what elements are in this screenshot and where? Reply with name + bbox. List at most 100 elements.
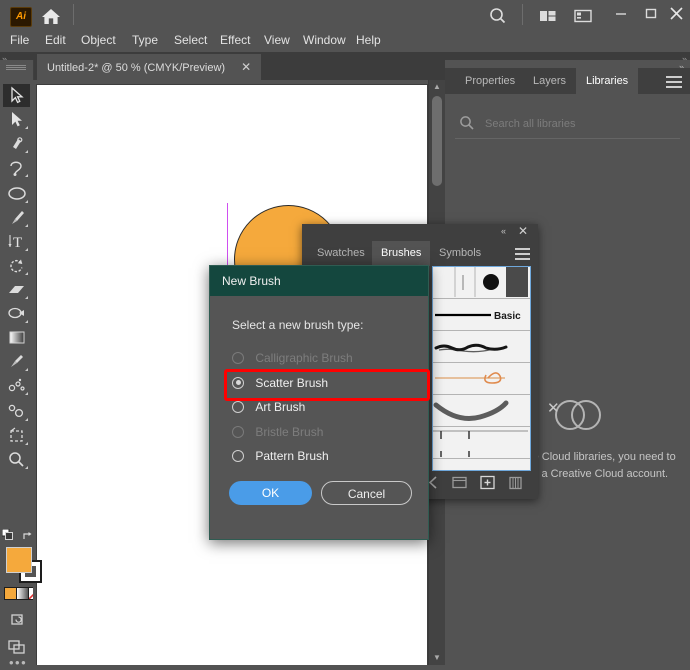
tool-flyout-indicator bbox=[25, 200, 28, 203]
brush-item[interactable] bbox=[433, 267, 530, 299]
libraries-panel-icon[interactable] bbox=[450, 474, 469, 491]
svg-text:T: T bbox=[13, 235, 22, 251]
ellipse-tool[interactable] bbox=[3, 182, 30, 205]
menu-file[interactable]: File bbox=[4, 29, 35, 52]
tab-brushes[interactable]: Brushes bbox=[372, 241, 431, 266]
tool-flyout-indicator bbox=[25, 442, 28, 445]
brush-item[interactable] bbox=[433, 395, 530, 427]
switch-workspace-icon[interactable] bbox=[572, 6, 594, 26]
maximize-button[interactable] bbox=[637, 2, 665, 24]
tools-panel: T ••• bbox=[0, 60, 42, 670]
tool-flyout-indicator bbox=[25, 150, 28, 153]
titlebar-divider-1 bbox=[73, 4, 74, 25]
menu-window[interactable]: Window bbox=[297, 29, 352, 52]
offline-x-icon: ✕ bbox=[547, 400, 560, 417]
brush-item[interactable] bbox=[433, 459, 530, 470]
brush-item[interactable]: Basic bbox=[433, 299, 530, 331]
artboard-tool[interactable] bbox=[3, 424, 30, 447]
menu-effect[interactable]: Effect bbox=[214, 29, 256, 52]
scroll-up-arrow[interactable]: ▲ bbox=[429, 80, 445, 94]
libraries-panel-tabs: Properties Layers Libraries bbox=[445, 68, 690, 94]
brushes-panel-header[interactable]: « ✕ bbox=[302, 224, 538, 241]
zoom-tool[interactable] bbox=[3, 448, 30, 471]
menu-object[interactable]: Object bbox=[75, 29, 122, 52]
brushes-close-icon[interactable]: ✕ bbox=[518, 224, 528, 238]
brushes-panel-footer bbox=[424, 472, 538, 494]
brush-item[interactable] bbox=[433, 363, 530, 395]
shape-builder-tool[interactable] bbox=[3, 302, 30, 325]
tab-libraries[interactable]: Libraries bbox=[576, 68, 639, 94]
search-icon[interactable] bbox=[487, 6, 509, 26]
tab-properties[interactable]: Properties bbox=[455, 68, 525, 94]
paintbrush-tool[interactable] bbox=[3, 206, 30, 229]
menu-edit[interactable]: Edit bbox=[39, 29, 72, 52]
brush-item[interactable] bbox=[433, 427, 530, 459]
search-icon bbox=[459, 115, 475, 131]
document-tab[interactable]: Untitled-2* @ 50 % (CMYK/Preview) ✕ bbox=[37, 54, 262, 80]
free-transform-tool[interactable] bbox=[3, 400, 30, 423]
tab-swatches[interactable]: Swatches bbox=[308, 241, 374, 266]
menu-help[interactable]: Help bbox=[350, 29, 387, 52]
tool-flyout-indicator bbox=[25, 368, 28, 371]
more-tools-icon[interactable]: ••• bbox=[9, 655, 27, 670]
drawing-mode-icon[interactable] bbox=[3, 608, 30, 631]
direct-selection-tool[interactable] bbox=[3, 108, 30, 131]
lasso-tool[interactable] bbox=[3, 156, 30, 179]
fill-color-swatch[interactable] bbox=[6, 547, 32, 573]
tab-layers[interactable]: Layers bbox=[523, 68, 576, 94]
minimize-button[interactable] bbox=[607, 2, 635, 24]
libraries-search-row bbox=[455, 110, 680, 139]
dialog-title-bar[interactable]: New Brush bbox=[210, 266, 428, 296]
menu-view[interactable]: View bbox=[258, 29, 296, 52]
radio-art-brush[interactable]: Art Brush bbox=[232, 395, 305, 417]
radio-bristle-brush: Bristle Brush bbox=[232, 420, 323, 442]
eraser-tool[interactable] bbox=[3, 278, 30, 301]
menu-select[interactable]: Select bbox=[168, 29, 213, 52]
radio-indicator bbox=[232, 351, 244, 364]
brushes-collapse-icon[interactable]: « bbox=[501, 226, 506, 236]
brush-item[interactable] bbox=[433, 331, 530, 363]
illustrator-window: Ai File Edit Object Type Select Effect V… bbox=[0, 0, 690, 670]
radio-calligraphic-brush: Calligraphic Brush bbox=[232, 346, 353, 368]
brushes-list[interactable]: Basic bbox=[432, 266, 531, 471]
type-tool[interactable]: T bbox=[3, 230, 30, 253]
scroll-down-arrow[interactable]: ▼ bbox=[429, 651, 445, 665]
tab-symbols[interactable]: Symbols bbox=[430, 241, 490, 266]
close-button[interactable] bbox=[665, 2, 690, 24]
cancel-button[interactable]: Cancel bbox=[321, 481, 412, 505]
tool-flyout-indicator bbox=[25, 272, 28, 275]
menu-type[interactable]: Type bbox=[126, 29, 164, 52]
radio-indicator bbox=[232, 449, 244, 462]
radio-label: Art Brush bbox=[255, 399, 306, 414]
tools-panel-grip[interactable] bbox=[6, 65, 26, 71]
radio-indicator bbox=[232, 376, 244, 389]
radio-indicator bbox=[232, 425, 244, 438]
panel-menu-icon[interactable] bbox=[515, 248, 530, 260]
selection-tool[interactable] bbox=[3, 84, 30, 107]
radio-pattern-brush[interactable]: Pattern Brush bbox=[232, 444, 329, 466]
delete-brush-icon[interactable] bbox=[506, 474, 525, 491]
title-bar: Ai bbox=[0, 0, 690, 29]
tool-flyout-indicator bbox=[25, 418, 28, 421]
document-tab-close-icon[interactable]: ✕ bbox=[241, 60, 251, 74]
arrange-documents-icon[interactable] bbox=[537, 6, 559, 26]
rotate-tool[interactable] bbox=[3, 254, 30, 277]
default-fill-stroke-icon[interactable] bbox=[1, 528, 13, 540]
radio-label: Pattern Brush bbox=[255, 448, 329, 463]
panel-menu-icon[interactable] bbox=[666, 76, 682, 88]
scroll-thumb[interactable] bbox=[432, 96, 442, 186]
search-input[interactable] bbox=[483, 114, 677, 134]
gradient-tool[interactable] bbox=[3, 326, 30, 349]
symbol-sprayer-tool[interactable] bbox=[3, 374, 30, 397]
radio-scatter-brush[interactable]: Scatter Brush bbox=[232, 371, 328, 393]
tool-flyout-indicator bbox=[25, 248, 28, 251]
eyedropper-tool[interactable] bbox=[3, 350, 30, 373]
ok-button[interactable]: OK bbox=[229, 481, 312, 505]
tool-flyout-indicator bbox=[25, 392, 28, 395]
menu-bar: File Edit Object Type Select Effect View… bbox=[0, 29, 690, 52]
home-icon[interactable] bbox=[40, 6, 62, 26]
new-brush-icon[interactable] bbox=[478, 474, 497, 491]
magic-wand-tool[interactable] bbox=[3, 132, 30, 155]
tool-flyout-indicator bbox=[25, 126, 28, 129]
swap-fill-stroke-icon[interactable] bbox=[23, 530, 33, 540]
